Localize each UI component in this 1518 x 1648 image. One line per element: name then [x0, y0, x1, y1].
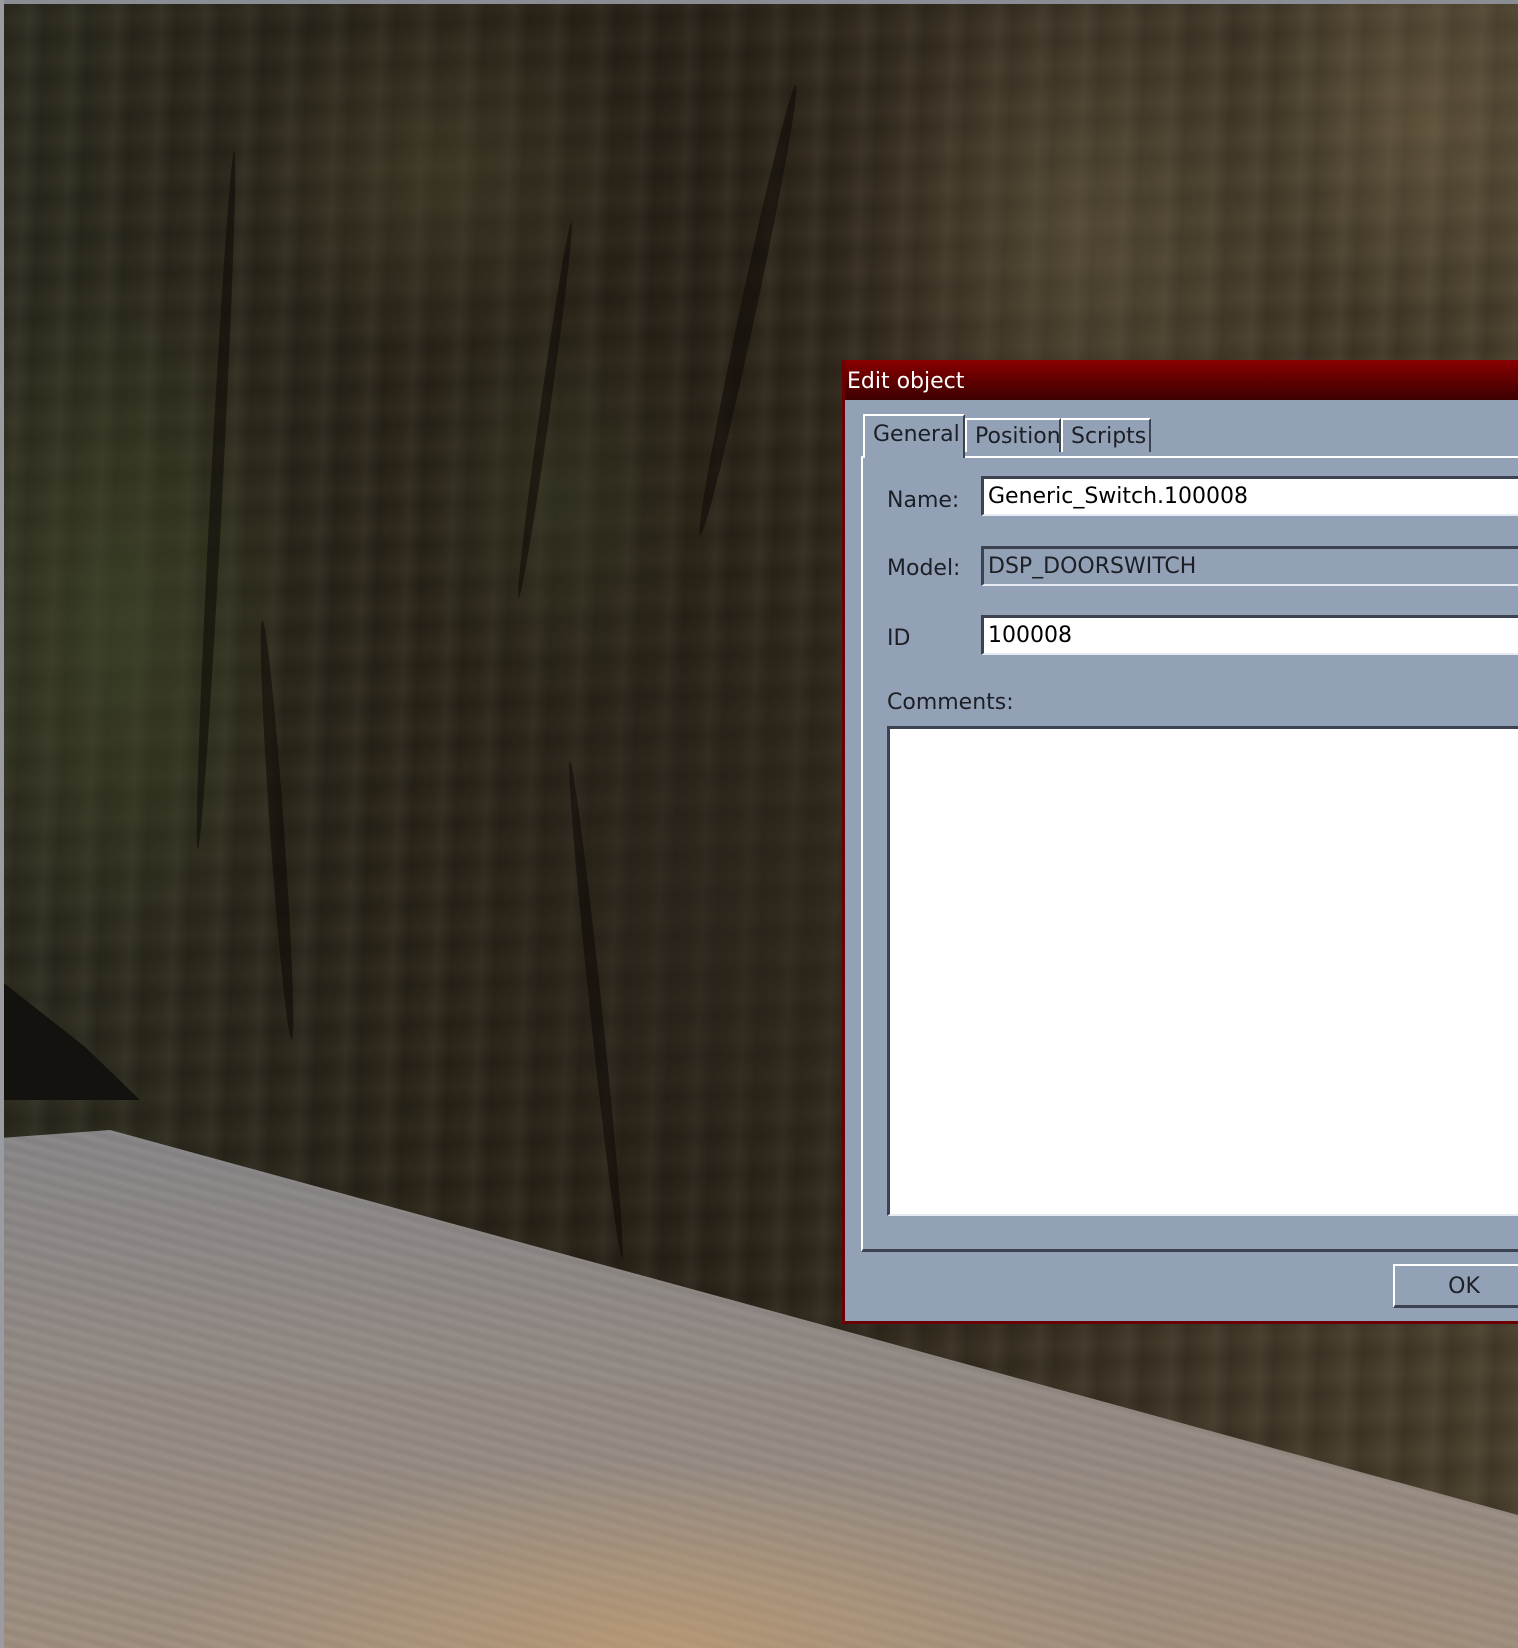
tab-strip: General Position Scripts: [863, 414, 1518, 458]
model-field: DSP_DOORSWITCH: [981, 546, 1518, 586]
comments-textarea[interactable]: [887, 726, 1518, 1216]
comments-label: Comments:: [887, 690, 1014, 715]
dialog-title-bar[interactable]: Edit object: [845, 360, 1518, 400]
model-label: Model:: [887, 556, 961, 581]
id-label: ID: [887, 626, 911, 651]
tab-scripts[interactable]: Scripts: [1061, 418, 1151, 452]
dialog-title: Edit object: [847, 369, 965, 394]
ok-button[interactable]: OK: [1393, 1264, 1518, 1308]
tab-general[interactable]: General: [863, 414, 965, 458]
id-input[interactable]: 100008: [981, 615, 1518, 655]
viewport-left-border: [0, 0, 4, 1648]
viewport-top-border: [0, 0, 1518, 4]
name-input[interactable]: Generic_Switch.100008: [981, 476, 1518, 516]
edit-object-dialog: Edit object General Position Scripts Nam…: [842, 360, 1518, 1324]
tab-position[interactable]: Position: [965, 418, 1061, 452]
name-label: Name:: [887, 488, 960, 513]
